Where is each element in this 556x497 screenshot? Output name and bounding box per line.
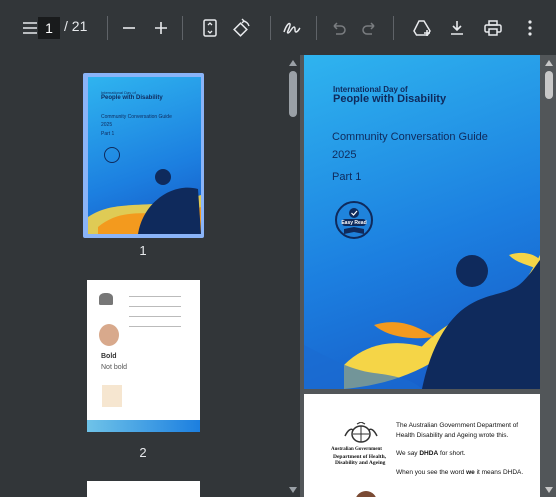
cover-figure-art [304,252,540,389]
thumb-card-icon [102,385,122,407]
print-icon [484,20,502,36]
page-count: / 21 [64,18,88,34]
thumb-crest-icon [99,293,113,305]
scroll-down-icon[interactable] [545,487,553,493]
thumb-bold-label: Bold [101,353,117,360]
print-button[interactable] [478,13,508,43]
scroll-up-icon[interactable] [545,60,553,66]
signature-pen-icon [283,22,301,34]
zoom-in-button[interactable] [146,13,176,43]
thumbnail-page-1[interactable]: International Day of People with Disabil… [88,77,201,234]
page-1: International Day of People with Disabil… [304,55,540,389]
thumb-person-icon [99,324,119,346]
divider [270,16,271,40]
undo-button[interactable] [323,13,353,43]
viewer-scrollbar[interactable] [542,55,556,497]
thumb-notbold-label: Not bold [101,364,128,371]
page2-paragraph-3: When you see the word we it means DHDA. [396,469,524,476]
fit-page-button[interactable] [195,13,225,43]
sidebar-scrollbar[interactable] [286,55,300,497]
thumbnail-page-3[interactable] [87,481,200,497]
redo-button[interactable] [355,13,385,43]
plus-icon [155,22,167,34]
thumbnail-page-2[interactable]: Bold Not bold [87,280,200,432]
document-viewer: International Day of People with Disabil… [300,55,542,497]
thumb-figure-art [88,169,201,234]
redo-icon [362,22,375,35]
thumbnail-label-2: 2 [139,445,147,460]
thumb-footer [87,420,200,432]
divider [316,16,317,40]
undo-icon [333,22,346,35]
divider [107,16,108,40]
zoom-out-button[interactable] [114,13,144,43]
rotate-icon [233,18,250,37]
pdf-toolbar: 1 / 21 [0,0,556,55]
save-to-drive-button[interactable] [407,13,437,43]
coat-of-arms-icon [344,422,378,443]
thumbnail-label-1: 1 [139,243,147,258]
page-number-input[interactable]: 1 [38,17,60,39]
thumbnail-sidebar: International Day of People with Disabil… [0,55,286,497]
scrollbar-thumb[interactable] [289,71,297,117]
scroll-down-icon[interactable] [289,487,297,493]
person-image [355,491,377,497]
drive-add-icon [413,20,431,36]
annotate-button[interactable] [277,13,307,43]
scroll-up-icon[interactable] [289,60,297,66]
more-vert-icon [528,20,532,36]
rotate-button[interactable] [227,13,257,43]
thumb-text-lines [129,292,181,332]
download-button[interactable] [442,13,472,43]
download-icon [451,21,463,35]
scrollbar-thumb[interactable] [545,71,553,99]
minus-icon [123,27,135,29]
divider [182,16,183,40]
more-options-button[interactable] [515,13,545,43]
dept-name-line2: Disability and Ageing [335,460,386,466]
gov-name: Australian Government [331,447,382,452]
fit-page-icon [203,19,217,37]
page2-paragraph-2: We say DHDA for short. [396,450,466,457]
we-bold: we [466,469,475,476]
dhda-bold: DHDA [419,450,439,457]
page-2: Australian Government Department of Heal… [304,394,540,497]
divider [393,16,394,40]
page2-paragraph-1: The Australian Government Department of … [396,422,519,439]
